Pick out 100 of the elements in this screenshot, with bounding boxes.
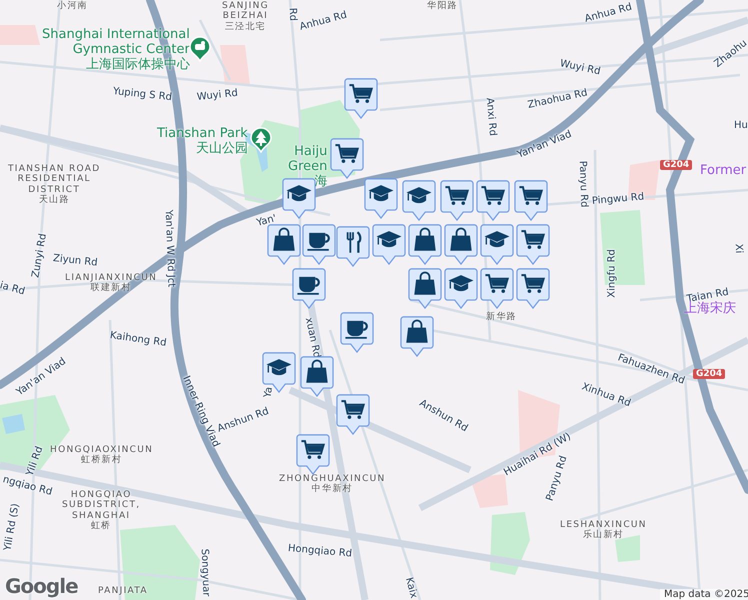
area-label: LESHANXINCUN (560, 520, 647, 530)
place-label: 海 (313, 174, 328, 190)
road-label: Yili Rd (S) (2, 502, 22, 552)
cart-icon (519, 186, 544, 205)
place-label: Tianshan Park (157, 127, 248, 141)
coffee-cup-icon (297, 276, 320, 295)
cap-marker[interactable] (282, 178, 316, 219)
area-label: ZHONGHUAXINCUN (279, 474, 386, 484)
area-label: TIANSHAN ROAD (8, 164, 100, 174)
road-label: Yan'an Viad (516, 128, 574, 162)
cap-marker[interactable] (364, 178, 398, 219)
cup-marker[interactable] (302, 224, 336, 265)
cart-marker[interactable] (440, 180, 474, 221)
cart-marker[interactable] (516, 224, 550, 265)
graduation-cap-icon (406, 187, 432, 204)
building-block (470, 474, 508, 508)
area-label: BEIZHAI (222, 11, 269, 22)
place-label: Shanghai International (42, 28, 190, 43)
road-label: Anhua Rd (584, 2, 634, 26)
map-logo: Google (5, 575, 78, 598)
area-label: PANJIATA (98, 586, 148, 596)
building-block (0, 25, 40, 45)
cap-marker[interactable] (444, 268, 478, 309)
cart-marker[interactable] (480, 268, 514, 309)
cart-marker[interactable] (476, 180, 510, 221)
shopping-bag-icon (450, 228, 472, 251)
road-label: Anhua Rd (298, 10, 348, 34)
cart-icon (301, 440, 326, 459)
road-label: Kaihong Rd (109, 330, 168, 350)
area-label: SHANGHAI (71, 510, 132, 521)
bag-marker[interactable] (400, 316, 434, 357)
route-shield: G204 (660, 160, 692, 170)
bag-marker[interactable] (300, 356, 334, 397)
cap-marker[interactable] (402, 180, 436, 221)
cart-icon (521, 230, 546, 249)
coffee-cup-icon (345, 320, 368, 339)
bag-marker[interactable] (408, 224, 442, 265)
bag-marker[interactable] (408, 268, 442, 309)
road-label: Hongqiao Rd (288, 543, 352, 560)
cart-marker[interactable] (336, 394, 370, 435)
building-block (628, 160, 660, 200)
area-label: HONGQIAO (70, 490, 133, 500)
place-label: Haiju (293, 145, 328, 160)
place-label: Gymnastic Center (72, 42, 190, 57)
road-label: Rd (286, 8, 298, 22)
area-label: HONGQIAOXINCUN (50, 445, 154, 455)
area-label: 联建新村 (89, 283, 133, 294)
road-label: Songyuar (198, 548, 212, 597)
cart-icon (335, 144, 360, 163)
road-label: Pingwu Rd (592, 191, 645, 208)
road-label: Kaix (402, 576, 420, 600)
cart-marker[interactable] (344, 78, 378, 119)
bag-marker[interactable] (267, 224, 301, 265)
area-label: 新华路 (486, 312, 517, 322)
road-label: Hu (734, 120, 748, 132)
road-label: Xi (732, 244, 744, 254)
cart-marker[interactable] (516, 268, 550, 309)
road-label: Zhaohua Rd (526, 88, 589, 112)
gym-pin-icon[interactable] (189, 36, 211, 62)
cup-marker[interactable] (292, 268, 326, 309)
graduation-cap-icon (484, 231, 510, 248)
graduation-cap-icon (448, 275, 474, 292)
road-label: Anxi Rd (483, 97, 498, 136)
road-label: ia Rd (0, 280, 26, 298)
cart-marker[interactable] (330, 138, 364, 179)
road-label: Wuyi Rd (558, 58, 602, 78)
area-label: 小河南 (57, 1, 88, 12)
shopping-bag-icon (414, 272, 436, 295)
cup-marker[interactable] (340, 312, 374, 353)
tree-pin-icon[interactable] (250, 127, 272, 153)
road-label: Yan' (256, 213, 278, 230)
road-label: Yan'an W Rd Jct (162, 210, 176, 288)
fork-marker[interactable] (336, 226, 370, 267)
shopping-bag-icon (406, 320, 428, 343)
area-label: SANJING (222, 1, 269, 12)
area-label: 中华新村 (310, 484, 354, 495)
bag-marker[interactable] (444, 224, 478, 265)
area-label: 华阳路 (427, 1, 458, 12)
shopping-bag-icon (414, 228, 436, 251)
cart-icon (349, 84, 374, 103)
fork-knife-icon (346, 231, 362, 254)
cart-icon (485, 274, 510, 293)
shopping-bag-icon (306, 360, 328, 383)
road-label: Ya (262, 386, 276, 399)
cart-marker[interactable] (296, 434, 330, 475)
cap-marker[interactable] (372, 224, 406, 265)
area-label: SUBDISTRICT, (62, 500, 140, 511)
road-label: Ziyun Rd (52, 253, 98, 270)
place-label: Green (288, 160, 328, 174)
coffee-cup-icon (307, 232, 330, 251)
road-label: Yuping S Rd (112, 86, 172, 104)
cap-marker[interactable] (480, 224, 514, 265)
cart-marker[interactable] (514, 180, 548, 221)
place-label: Former (700, 164, 746, 179)
route-shield: G204 (693, 369, 726, 380)
graduation-cap-icon (266, 359, 292, 376)
cart-icon (341, 400, 366, 419)
shopping-bag-icon (273, 228, 295, 251)
area-label: 天山路 (38, 195, 71, 206)
graduation-cap-icon (376, 231, 402, 248)
